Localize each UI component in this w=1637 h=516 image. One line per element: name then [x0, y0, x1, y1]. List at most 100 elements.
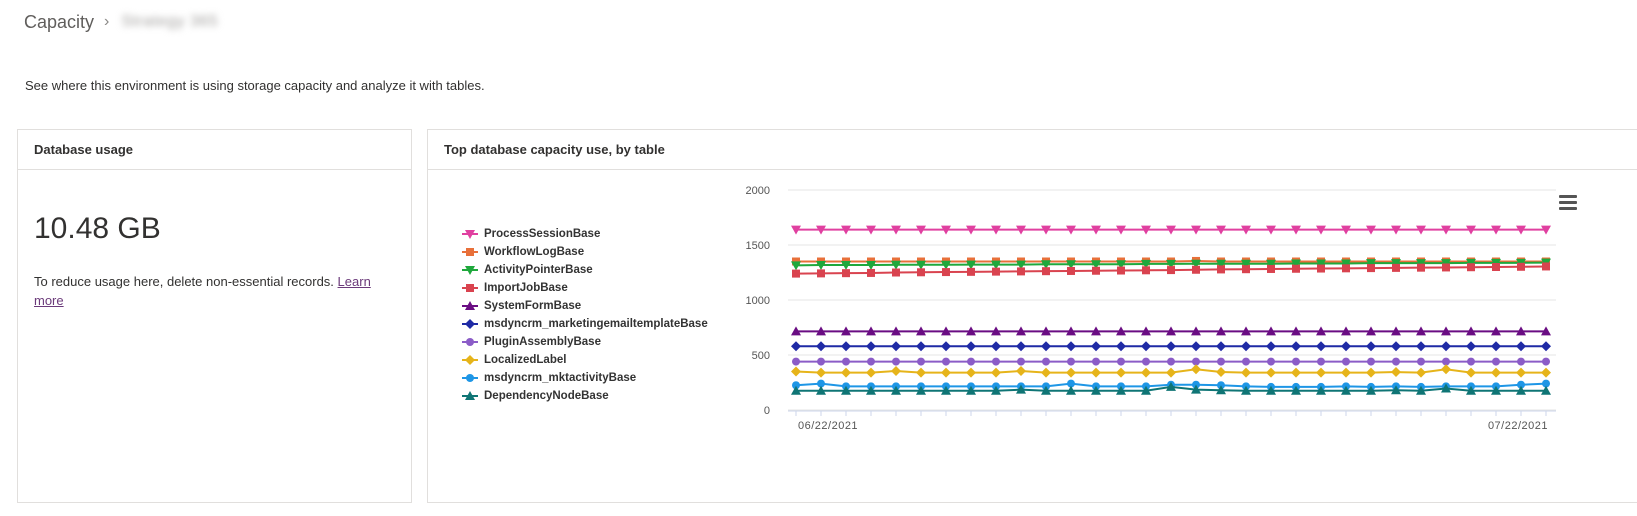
data-point: [1342, 264, 1350, 273]
data-point: [1492, 263, 1500, 271]
data-point: [866, 341, 876, 352]
data-point: [1267, 357, 1275, 366]
data-point: [1441, 364, 1451, 375]
data-point: [1392, 357, 1400, 366]
data-point: [1266, 341, 1276, 352]
data-point: [1091, 341, 1101, 352]
data-point: [1042, 357, 1050, 366]
data-point: [1367, 264, 1375, 273]
data-point: [1541, 341, 1551, 352]
data-point: [892, 268, 900, 277]
hint-text: To reduce usage here, delete non-essenti…: [34, 274, 334, 289]
data-point: [991, 367, 1001, 378]
breadcrumb-capacity-link[interactable]: Capacity: [24, 12, 94, 33]
breadcrumb-environment-name: Strategy 365: [121, 13, 219, 30]
data-point: [1116, 341, 1126, 352]
data-point: [1541, 367, 1551, 378]
database-usage-card: Database usage 10.48 GB To reduce usage …: [17, 129, 412, 503]
data-point: [917, 268, 925, 277]
data-point: [791, 341, 801, 352]
data-point: [867, 268, 875, 277]
data-point: [967, 267, 975, 276]
data-point: [1492, 357, 1500, 366]
data-point: [817, 269, 825, 278]
chevron-right-icon: ›: [104, 13, 110, 30]
data-point: [1016, 365, 1026, 376]
x-tick-label-end: 07/22/2021: [1488, 420, 1548, 432]
data-point: [1317, 264, 1325, 273]
data-point: [1266, 367, 1276, 378]
y-tick-label: 1500: [746, 240, 770, 252]
data-point: [1416, 367, 1426, 378]
data-point: [792, 357, 800, 366]
data-point: [1117, 266, 1125, 275]
data-point: [1191, 364, 1201, 375]
data-point: [1092, 357, 1100, 366]
data-point: [1216, 367, 1226, 378]
data-point: [941, 367, 951, 378]
data-point: [1242, 357, 1250, 366]
data-point: [942, 357, 950, 366]
data-point: [816, 367, 826, 378]
data-point: [1516, 341, 1526, 352]
data-point: [1517, 262, 1525, 271]
data-point: [1041, 367, 1051, 378]
data-point: [1142, 357, 1150, 366]
data-point: [1091, 367, 1101, 378]
data-point: [1267, 264, 1275, 273]
y-tick-label: 500: [752, 350, 770, 362]
data-point: [1017, 357, 1025, 366]
data-point: [1491, 341, 1501, 352]
data-point: [816, 341, 826, 352]
data-point: [1291, 367, 1301, 378]
database-usage-title: Database usage: [18, 130, 411, 170]
data-point: [792, 269, 800, 278]
data-point: [916, 367, 926, 378]
data-point: [992, 357, 1000, 366]
data-point: [1392, 263, 1400, 272]
data-point: [866, 367, 876, 378]
data-point: [1542, 262, 1550, 271]
data-point: [1417, 357, 1425, 366]
y-tick-label: 1000: [746, 295, 770, 307]
chart-menu-icon[interactable]: [1559, 195, 1577, 211]
data-point: [966, 367, 976, 378]
data-point: [1141, 341, 1151, 352]
data-point: [1116, 367, 1126, 378]
data-point: [1117, 357, 1125, 366]
data-point: [1217, 265, 1225, 274]
data-point: [1092, 266, 1100, 275]
line-chart: 0 500 1000 1500 2000 06/22/2021 07/22/2021: [746, 185, 1556, 432]
chart-card-title: Top database capacity use, by table: [428, 130, 1637, 170]
data-point: [1292, 264, 1300, 273]
y-tick-label: 0: [764, 405, 770, 417]
data-point: [1042, 267, 1050, 276]
data-point: [1416, 341, 1426, 352]
data-point: [1017, 267, 1025, 276]
data-point: [967, 357, 975, 366]
data-point: [1367, 357, 1375, 366]
data-point: [1191, 341, 1201, 352]
data-point: [1066, 341, 1076, 352]
data-point: [942, 268, 950, 277]
data-point: [1341, 367, 1351, 378]
data-point: [1342, 357, 1350, 366]
data-point: [1516, 367, 1526, 378]
data-point: [841, 341, 851, 352]
data-point: [891, 365, 901, 376]
y-tick-label: 2000: [746, 185, 770, 197]
data-point: [867, 357, 875, 366]
data-point: [1067, 357, 1075, 366]
data-point: [1491, 367, 1501, 378]
data-point: [991, 341, 1001, 352]
data-point: [1291, 341, 1301, 352]
data-point: [817, 357, 825, 366]
data-point: [891, 341, 901, 352]
data-point: [1166, 367, 1176, 378]
data-point: [1167, 357, 1175, 366]
data-point: [1192, 265, 1200, 274]
data-point: [941, 341, 951, 352]
data-point: [1317, 357, 1325, 366]
data-point: [1041, 341, 1051, 352]
page-description: See where this environment is using stor…: [25, 78, 485, 93]
